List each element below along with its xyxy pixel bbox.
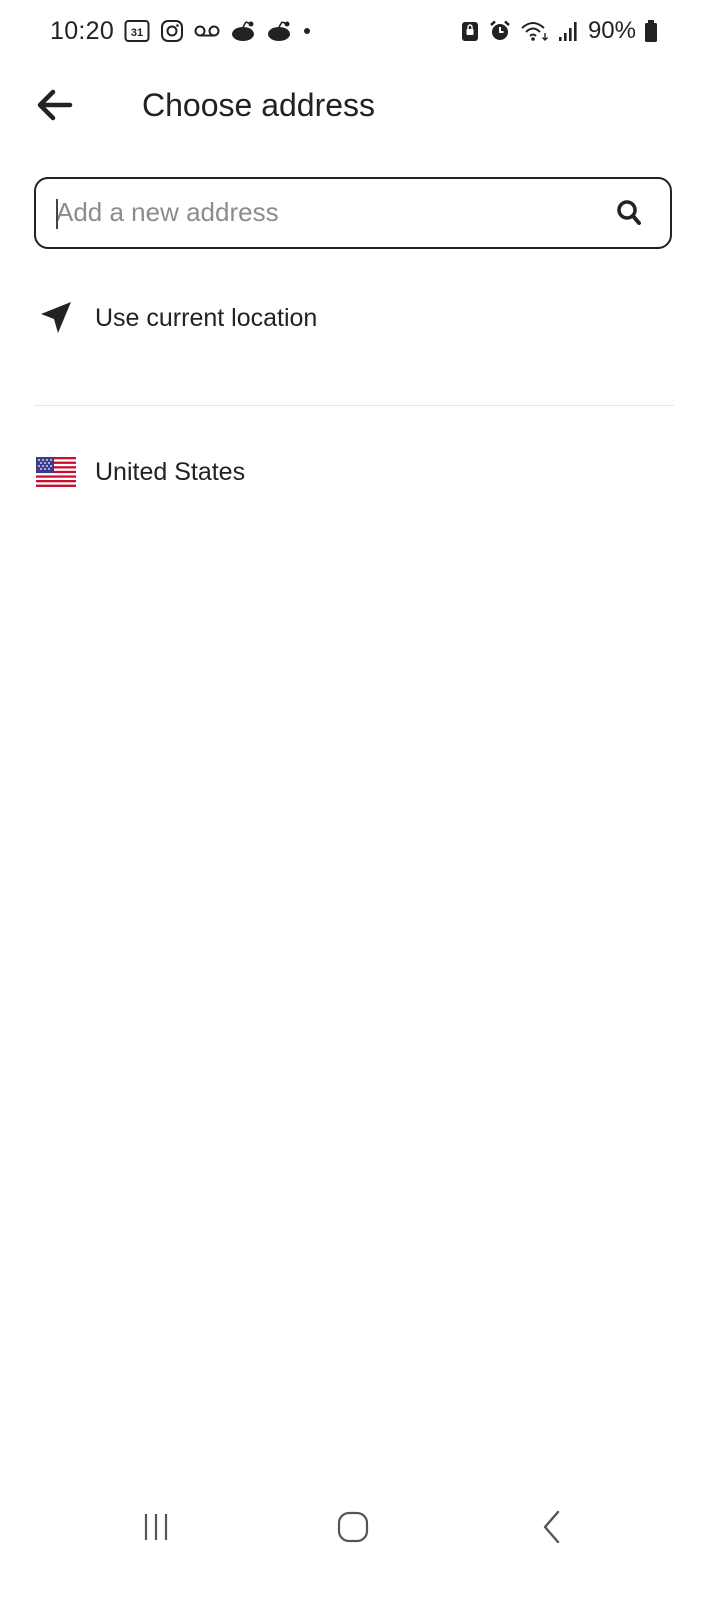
search-icon: [617, 200, 641, 225]
status-bar: 10:20 31 90%: [0, 0, 720, 62]
address-search-input[interactable]: [56, 179, 596, 246]
calendar-icon: 31: [124, 19, 150, 43]
battery-percent: 90%: [587, 17, 636, 44]
united-states-label: United States: [95, 457, 246, 486]
recent-apps-icon: [144, 1514, 168, 1540]
reddit-icon: [266, 20, 292, 42]
calendar-day: 31: [131, 27, 143, 39]
search-button[interactable]: [614, 197, 644, 229]
status-bar-right: 90%: [460, 14, 658, 48]
home-icon: [337, 1511, 369, 1543]
us-flag-icon: [36, 452, 76, 492]
wifi-icon: [520, 19, 550, 43]
arrow-left-icon: [37, 89, 73, 121]
address-search-box: [34, 177, 672, 249]
back-button[interactable]: [30, 84, 80, 126]
use-current-location-label: Use current location: [95, 303, 318, 332]
status-time: 10:20: [50, 16, 115, 45]
nav-back-button[interactable]: [522, 1502, 582, 1552]
status-bar-left: 10:20 31: [50, 14, 312, 48]
dot-icon: [302, 26, 312, 36]
reddit-icon: [230, 20, 256, 42]
use-current-location-option[interactable]: Use current location: [0, 283, 720, 353]
text-caret: [56, 199, 58, 229]
signal-icon: [558, 20, 580, 42]
lock-icon: [460, 19, 480, 43]
voicemail-icon: [194, 24, 220, 38]
page-title: Choose address: [142, 87, 376, 123]
alarm-icon: [488, 19, 512, 43]
app-header: Choose address: [0, 70, 720, 140]
system-nav-bar: [0, 1490, 720, 1560]
home-button[interactable]: [323, 1502, 383, 1552]
country-option-united-states[interactable]: United States: [0, 437, 720, 507]
divider: [34, 405, 674, 406]
recent-apps-button[interactable]: [126, 1502, 186, 1552]
navigation-arrow-icon: [36, 298, 76, 338]
battery-icon: [644, 19, 658, 43]
instagram-icon: [160, 19, 184, 43]
back-icon: [543, 1510, 560, 1544]
